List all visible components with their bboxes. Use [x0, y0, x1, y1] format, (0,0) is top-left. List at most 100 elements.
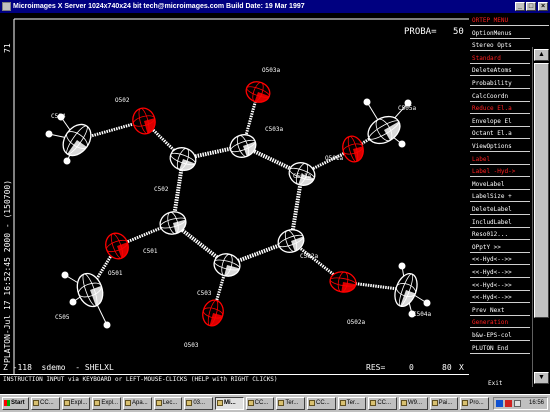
taskbar-button[interactable]: Ter...	[276, 397, 305, 410]
menu-item[interactable]: DeleteAtoms	[470, 65, 530, 77]
taskbar-button[interactable]: Pai...	[429, 397, 459, 410]
atom-label[interactable]: O502a	[347, 319, 365, 326]
menu-item[interactable]: Probability	[470, 78, 530, 89]
app-icon	[63, 400, 70, 406]
menu-scrollbar[interactable]: ▲ ▼	[532, 47, 550, 387]
taskbar-button[interactable]: Ter...	[337, 397, 367, 410]
menu-item[interactable]: <<-Hyd<-->>	[470, 254, 530, 266]
menu-item[interactable]: MoveLabel	[470, 179, 530, 190]
carbon-atom[interactable]	[363, 111, 404, 149]
taskbar-button[interactable]: W9...	[399, 397, 428, 410]
atom-label[interactable]: C505a	[398, 105, 416, 112]
atom-label[interactable]: O502	[115, 97, 130, 104]
clock[interactable]: 16:56	[529, 398, 544, 409]
hydrogen-atom[interactable]	[398, 262, 406, 270]
hydrogen-atom[interactable]	[398, 140, 406, 148]
speaker-icon[interactable]	[514, 400, 521, 407]
taskbar-button[interactable]: Expl...	[92, 397, 121, 410]
molecule-drawing[interactable]: O503a O502 C504 C503a O501a C505a C502 C501a C50…	[0, 13, 469, 374]
menu-item[interactable]: IncludLabel	[470, 217, 530, 228]
hydrogen-atom[interactable]	[423, 299, 431, 307]
menu-item[interactable]: Octant El.a	[470, 128, 530, 140]
hydrogen-atom[interactable]	[103, 321, 111, 329]
app-icon[interactable]	[2, 2, 11, 11]
atom-label[interactable]: C502a	[300, 253, 318, 260]
menu-item[interactable]: DeleteLabel	[470, 204, 530, 215]
minimize-button[interactable]: _	[515, 2, 525, 11]
taskbar-button[interactable]: Expl...	[61, 397, 91, 410]
menu-item[interactable]: Stereo Opts	[470, 40, 530, 52]
menu-item[interactable]: OPptY >>	[470, 242, 530, 253]
antivirus-icon[interactable]	[505, 400, 512, 407]
menu-item[interactable]: Reso012...	[470, 229, 530, 241]
app-icon	[247, 400, 254, 406]
atom-label[interactable]: O501	[108, 270, 123, 277]
menu-item[interactable]: Standard	[470, 53, 530, 64]
taskbar-button[interactable]: CC...	[307, 397, 336, 410]
atom-label[interactable]: O503	[184, 342, 199, 349]
taskbar-button[interactable]: CC...	[368, 397, 397, 410]
hydrogen-atom[interactable]	[63, 157, 71, 165]
hydrogen-atom[interactable]	[45, 130, 53, 138]
menu-item[interactable]: Generation	[470, 317, 530, 329]
scroll-up-button[interactable]: ▲	[534, 49, 549, 61]
oxygen-atom[interactable]	[130, 106, 158, 137]
menu-item[interactable]: Label	[470, 154, 530, 165]
carbon-atom[interactable]	[73, 270, 107, 310]
taskbar-button[interactable]: CC...	[31, 397, 60, 410]
atom-label[interactable]: O503a	[262, 67, 280, 74]
menu-item[interactable]: Label -Hyd->	[470, 166, 530, 178]
carbon-atom[interactable]	[212, 251, 243, 279]
menu-item[interactable]: Envelope El	[470, 116, 530, 127]
menu-item[interactable]: Exit	[470, 378, 530, 389]
menu-item[interactable]: PLUTON End	[470, 343, 530, 354]
scroll-thumb[interactable]	[534, 63, 549, 318]
taskbar-button[interactable]: Lec...	[153, 397, 183, 410]
oxygen-atom[interactable]	[340, 134, 366, 164]
taskbar-button[interactable]: CC...	[245, 397, 275, 410]
close-button[interactable]: ×	[538, 2, 548, 11]
atom-label[interactable]: C504	[51, 113, 66, 120]
menu-item[interactable]: ORTEP MENU	[470, 15, 549, 26]
menu-item[interactable]: LabelSize +	[470, 191, 530, 203]
taskbar-button[interactable]: Pro...	[460, 397, 489, 410]
atom-label[interactable]: C502	[154, 186, 169, 193]
ortep-canvas[interactable]: O503a O502 C504 C503a O501a C505a C502 C501a C50…	[0, 13, 469, 374]
menu-item[interactable]: CalcCoordn	[470, 91, 530, 102]
carbon-atom[interactable]	[391, 271, 421, 310]
taskbar-button[interactable]: 03...	[184, 397, 213, 410]
menu-item[interactable]: ViewOptions	[470, 141, 530, 152]
window-title-bar[interactable]: Microimages X Server 1024x740x24 bit tec…	[0, 0, 550, 13]
atom-label[interactable]: C504a	[413, 311, 431, 318]
menu-item[interactable]: Reduce El.a	[470, 103, 530, 115]
network-icon[interactable]	[496, 400, 503, 407]
atom-label[interactable]: C501a	[293, 173, 311, 180]
atom-label[interactable]: C505	[55, 314, 70, 321]
atom-label[interactable]: C503	[197, 290, 212, 297]
menu-item[interactable]: <<-Hyd<-->>	[470, 292, 530, 304]
taskbar-button-label: CC...	[377, 400, 391, 406]
oxygen-atom[interactable]	[102, 230, 132, 262]
oxygen-atom[interactable]	[200, 298, 226, 328]
atom-ellipse	[398, 262, 406, 270]
menu-item[interactable]: <<-Hyd<-->>	[470, 280, 530, 291]
atom-label[interactable]: O501a	[325, 155, 343, 162]
scroll-down-button[interactable]: ▼	[534, 372, 549, 384]
menu-item[interactable]: b&w-EPS-col	[470, 330, 530, 341]
carbon-atom[interactable]	[57, 119, 96, 161]
taskbar-button[interactable]: Apa...	[123, 397, 152, 410]
oxygen-atom[interactable]	[243, 78, 272, 105]
menu-item[interactable]: Prev Next	[470, 305, 530, 316]
hydrogen-atom[interactable]	[363, 98, 371, 106]
taskbar-button[interactable]: Mi...	[215, 397, 244, 410]
menu-item[interactable]: OptionMenus	[470, 28, 530, 39]
maximize-button[interactable]: □	[526, 2, 536, 11]
side-number: 71	[3, 43, 12, 53]
atom-label[interactable]: C501	[143, 248, 158, 255]
hydrogen-atom[interactable]	[69, 298, 77, 306]
carbon-atom[interactable]	[227, 131, 259, 161]
start-button[interactable]: Start	[2, 397, 29, 410]
atom-label[interactable]: C503a	[265, 126, 283, 133]
hydrogen-atom[interactable]	[61, 271, 69, 279]
menu-item[interactable]: <<-Hyd<-->>	[470, 267, 530, 278]
